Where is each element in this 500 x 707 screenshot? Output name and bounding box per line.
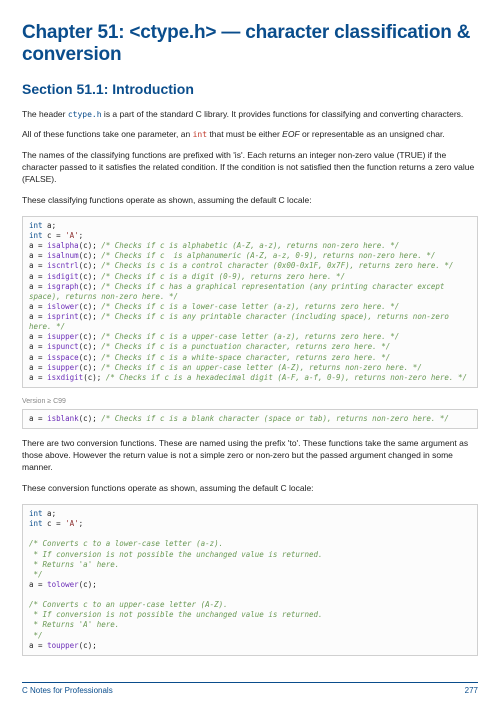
code-ctype: ctype.h <box>68 110 102 119</box>
footer-page-number: 277 <box>465 686 478 697</box>
paragraph-conversion: There are two conversion functions. Thes… <box>22 438 478 474</box>
paragraph-prefix-is: The names of the classifying functions a… <box>22 150 478 186</box>
version-label: Version ≥ C99 <box>22 397 478 406</box>
code-block-isblank: a = isblank(c); /* Checks if c is a blan… <box>22 409 478 429</box>
chapter-title: Chapter 51: <ctype.h> — character classi… <box>22 22 478 66</box>
paragraph-intro: The header ctype.h is a part of the stan… <box>22 109 478 121</box>
paragraph-conversion-intro: These conversion functions operate as sh… <box>22 483 478 495</box>
footer-title: C Notes for Professionals <box>22 686 113 697</box>
page-footer: C Notes for Professionals 277 <box>22 682 478 697</box>
section-title: Section 51.1: Introduction <box>22 80 478 99</box>
keyword-int: int <box>193 130 207 139</box>
code-block-classify: int a; int c = 'A'; a = isalpha(c); /* C… <box>22 216 478 388</box>
paragraph-classify-intro: These classifying functions operate as s… <box>22 195 478 207</box>
paragraph-params: All of these functions take one paramete… <box>22 129 478 141</box>
code-block-convert: int a; int c = 'A'; /* Converts c to a l… <box>22 504 478 656</box>
